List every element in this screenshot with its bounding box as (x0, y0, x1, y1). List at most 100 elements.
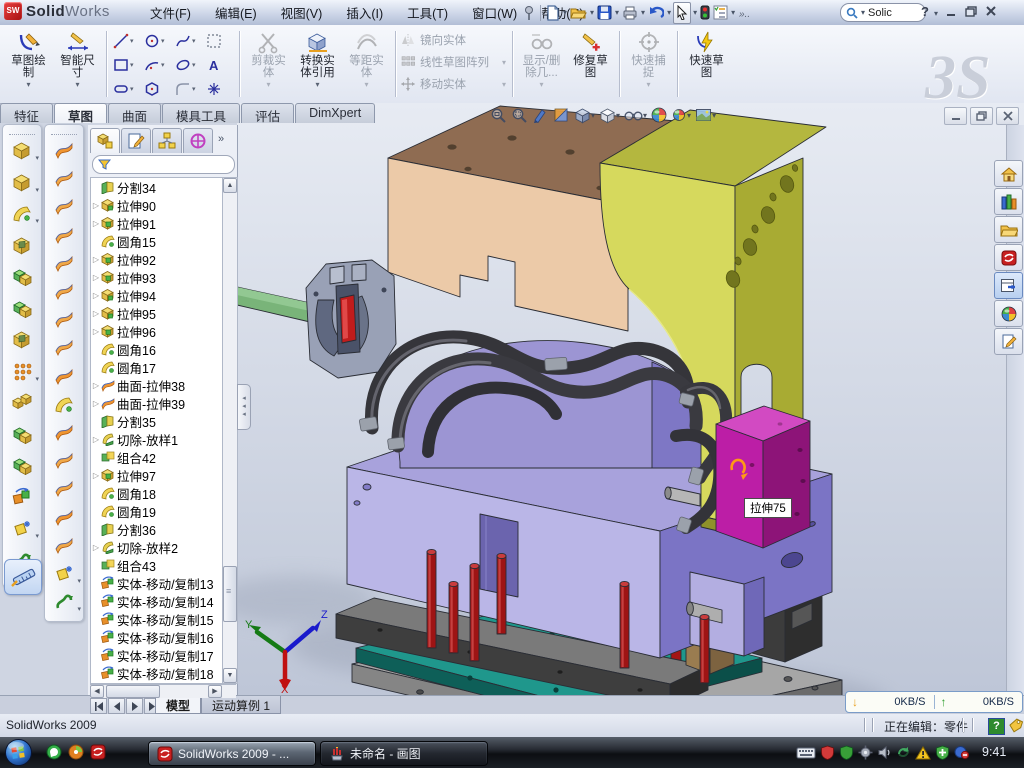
select-cursor-button[interactable] (673, 2, 691, 24)
tag-icon[interactable] (1008, 717, 1024, 733)
section-view-button[interactable] (552, 105, 571, 125)
extend-surface-button[interactable] (48, 334, 80, 360)
dropdown-caret-icon[interactable]: ▾ (35, 186, 39, 194)
display-style-button[interactable]: ▾ (573, 105, 596, 125)
move-copy-body-button[interactable] (6, 484, 38, 510)
dimxpertmanager-tab[interactable] (183, 128, 213, 153)
close-button[interactable] (984, 4, 998, 18)
tree-item[interactable]: ▷拉伸97 (91, 466, 223, 484)
knit-surface-button[interactable] (48, 475, 80, 501)
scroll-left-button[interactable]: ◀ (90, 685, 104, 698)
tab-草图[interactable]: 草图 (54, 103, 107, 123)
measure-tool-button[interactable] (4, 559, 42, 595)
expand-arrow-icon[interactable]: ▷ (91, 255, 101, 264)
expand-arrow-icon[interactable]: ▷ (91, 291, 101, 300)
dropdown-caret-icon[interactable]: ▾ (315, 80, 319, 89)
dropdown-caret-icon[interactable]: ▾ (77, 577, 81, 585)
expand-arrow-icon[interactable]: ▷ (91, 435, 101, 444)
corner-rectangle-tool[interactable]: ▾ (111, 53, 142, 77)
tree-item[interactable]: 分割34 (91, 178, 223, 196)
spiral-curve-button[interactable]: ▾ (48, 588, 80, 614)
print-button[interactable] (621, 3, 639, 23)
tree-item[interactable]: ▷切除-放样1 (91, 430, 223, 448)
tree-item[interactable]: 圆角16 (91, 340, 223, 358)
extruded-boss-button[interactable]: ▾ (6, 137, 38, 163)
view-palette-button[interactable] (994, 272, 1023, 299)
options-button[interactable] (712, 3, 729, 23)
menu-E[interactable]: 编辑(E) (203, 0, 269, 25)
point-tool[interactable] (204, 77, 235, 101)
dropdown-caret-icon[interactable]: ▾ (192, 61, 196, 69)
tree-filter-input[interactable] (92, 155, 235, 174)
tree-item[interactable]: 圆角15 (91, 232, 223, 250)
tree-item[interactable]: 组合42 (91, 448, 223, 466)
dropdown-caret-icon[interactable]: ▾ (614, 8, 620, 17)
nav-prev-button[interactable] (108, 698, 125, 714)
spline-tool[interactable]: ▾ (173, 29, 204, 53)
tree-item[interactable]: ▷拉伸90 (91, 196, 223, 214)
dropdown-caret-icon[interactable]: ▾ (687, 111, 691, 120)
trimmed-surface-button[interactable] (48, 419, 80, 445)
tree-item[interactable]: ▷拉伸91 (91, 214, 223, 232)
rib-button[interactable] (6, 263, 38, 289)
text-tool[interactable]: A (204, 53, 235, 77)
hole-wizard-button[interactable] (6, 326, 38, 352)
solidworks-forum-button[interactable] (994, 244, 1023, 271)
tree-item[interactable]: ▷拉伸96 (91, 322, 223, 340)
thicken-surface-button[interactable] (48, 363, 80, 389)
expand-arrow-icon[interactable]: ▷ (91, 471, 101, 480)
search-input[interactable]: Solic (868, 7, 892, 19)
straight-slot-tool[interactable]: ▾ (111, 77, 142, 101)
offset-entities-button[interactable]: 等距实 体▾ (342, 27, 391, 101)
tray-sync-arrow-icon[interactable] (896, 745, 911, 760)
sketch-fillet-tool[interactable]: ▾ (173, 77, 204, 101)
combine-bodies-button[interactable] (6, 452, 38, 478)
menu-T[interactable]: 工具(T) (395, 0, 460, 25)
untrim-surface-button[interactable] (48, 447, 80, 473)
tree-item[interactable]: 实体-移动/复制18 (91, 664, 223, 682)
tray-volume-icon[interactable] (877, 745, 892, 760)
tray-update-gear-icon[interactable] (858, 745, 873, 760)
ellipse-tool[interactable]: ▾ (173, 53, 204, 77)
solidworks-resources-button[interactable] (994, 160, 1023, 187)
save-button[interactable] (596, 3, 613, 23)
scroll-up-button[interactable]: ▲ (223, 178, 237, 193)
ruled-surface-button[interactable] (48, 504, 80, 530)
dropdown-caret-icon[interactable]: ▾ (589, 8, 595, 17)
planar-surface-button[interactable] (48, 278, 80, 304)
tab-评估[interactable]: 评估 (241, 103, 294, 123)
tree-item[interactable]: 组合43 (91, 556, 223, 574)
start-button[interactable] (4, 738, 33, 767)
quick-snaps-button[interactable]: 快速捕 捉▾ (624, 27, 673, 101)
filled-surface-button[interactable] (48, 250, 80, 276)
search-scope-caret-icon[interactable]: ▾ (860, 8, 866, 17)
linear-sketch-pattern-button[interactable]: 线性草图阵列▾ (400, 53, 508, 71)
expand-arrow-icon[interactable]: ▷ (91, 327, 101, 336)
revolved-surface-button[interactable] (48, 165, 80, 191)
propertymanager-tab[interactable] (121, 128, 151, 153)
shell-button[interactable] (6, 232, 38, 258)
dropdown-caret-icon[interactable]: ▾ (77, 605, 81, 613)
dropdown-caret-icon[interactable]: ▾ (640, 8, 646, 17)
toolbar-grip[interactable] (9, 127, 35, 135)
move-entities-button[interactable]: 移动实体▾ (400, 75, 508, 93)
tab-模具工具[interactable]: 模具工具 (162, 103, 240, 123)
open-button[interactable] (569, 3, 588, 23)
dropdown-caret-icon[interactable]: ▾ (161, 37, 165, 45)
tree-item[interactable]: ▷拉伸92 (91, 250, 223, 268)
expand-arrow-icon[interactable]: ▷ (91, 309, 101, 318)
scroll-thumb[interactable] (106, 685, 160, 698)
tree-item[interactable]: 圆角19 (91, 502, 223, 520)
trim-entities-button[interactable]: 剪裁实 体▾ (244, 27, 293, 101)
quicklaunch-solidworks-icon[interactable] (90, 744, 106, 760)
appearances-button[interactable] (650, 105, 668, 125)
tree-item[interactable]: 实体-移动/复制16 (91, 628, 223, 646)
tree-item[interactable]: 实体-移动/复制14 (91, 592, 223, 610)
taskbar-button-0[interactable]: SolidWorks 2009 - ... (148, 741, 316, 766)
menu-W[interactable]: 窗口(W) (460, 0, 529, 25)
polygon-tool[interactable] (142, 77, 173, 101)
dropdown-caret-icon[interactable]: ▾ (35, 375, 39, 383)
featuremanager-tab[interactable] (90, 128, 120, 153)
tree-item[interactable]: 实体-移动/复制15 (91, 610, 223, 628)
draft-button[interactable] (6, 295, 38, 321)
